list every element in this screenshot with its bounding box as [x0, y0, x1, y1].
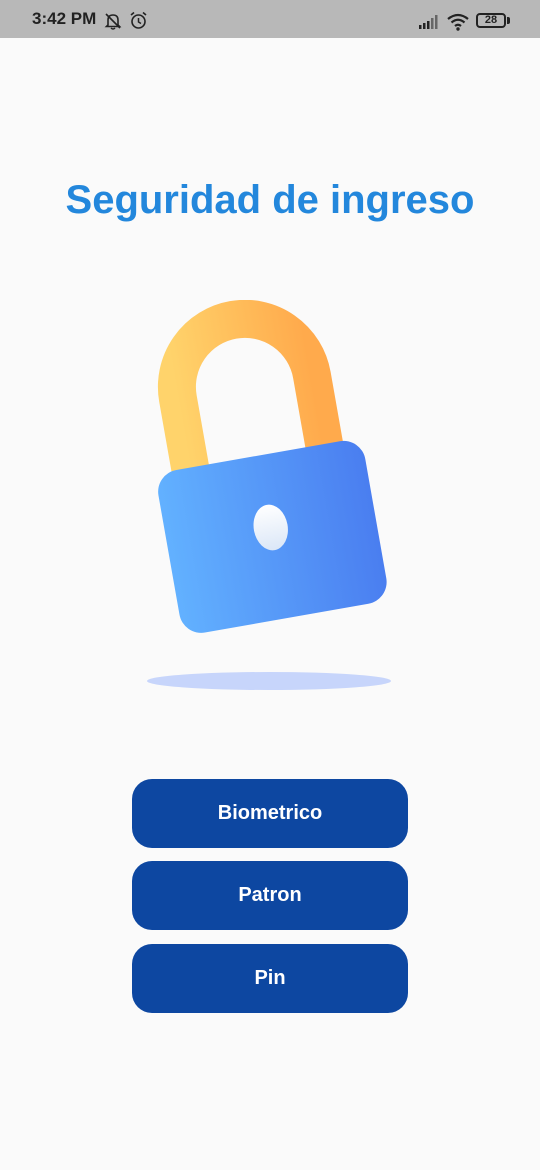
biometric-button[interactable]: Biometrico: [132, 779, 408, 848]
battery-level: 28: [484, 14, 498, 26]
signal-icon: [419, 15, 438, 29]
status-time: 3:42 PM: [32, 9, 97, 28]
battery-icon: 28: [476, 13, 506, 28]
padlock-shadow: [147, 672, 391, 690]
alarm-icon: [130, 11, 147, 29]
page-title: Seguridad de ingreso: [65, 178, 475, 222]
status-bar: 3:42 PM 28: [0, 0, 540, 38]
pin-button[interactable]: Pin: [132, 944, 408, 1013]
padlock-graphic: [157, 300, 387, 633]
padlock-icon: [147, 300, 391, 690]
battery-tip: [507, 17, 510, 24]
pattern-button[interactable]: Patron: [132, 861, 408, 930]
notifications-off-icon: [104, 13, 122, 30]
wifi-icon: [447, 13, 469, 31]
